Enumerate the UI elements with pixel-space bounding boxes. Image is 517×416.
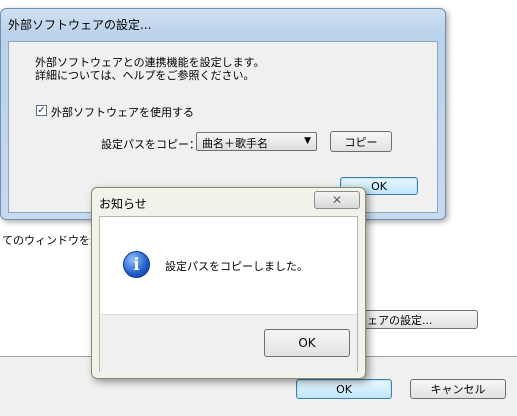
parent-ok-button[interactable]: OK [296, 379, 392, 399]
dialog-title: 外部ソフトウェアの設定... [8, 18, 152, 32]
dialog-title: お知らせ [99, 197, 147, 211]
copy-button[interactable]: コピー [330, 131, 392, 152]
external-software-settings-button[interactable]: ェアの設定... [360, 310, 478, 329]
copy-path-select[interactable]: 曲名＋歌手名 ▼ [196, 132, 317, 151]
chevron-down-icon: ▼ [304, 136, 311, 146]
dialog-client-area: i 設定パスをコピーしました。 OK [99, 216, 358, 372]
notice-dialog: お知らせ ✕ i 設定パスをコピーしました。 OK [91, 187, 366, 379]
use-external-software-label[interactable]: 外部ソフトウェアを使用する [51, 104, 194, 120]
copy-path-selected-value: 曲名＋歌手名 [202, 137, 268, 150]
description-line: 詳細については、ヘルプをご参照ください。 [35, 69, 255, 82]
parent-cancel-button[interactable]: キャンセル [410, 379, 506, 399]
info-icon: i [123, 251, 150, 278]
copy-path-label: 設定パスをコピー： [101, 138, 200, 151]
dialog-footer: OK [100, 314, 357, 372]
use-external-software-checkbox[interactable]: ✓ [36, 105, 47, 116]
notice-ok-button[interactable]: OK [264, 329, 350, 357]
close-icon[interactable]: ✕ [314, 191, 360, 209]
notice-message: 設定パスをコピーしました。 [165, 260, 308, 273]
